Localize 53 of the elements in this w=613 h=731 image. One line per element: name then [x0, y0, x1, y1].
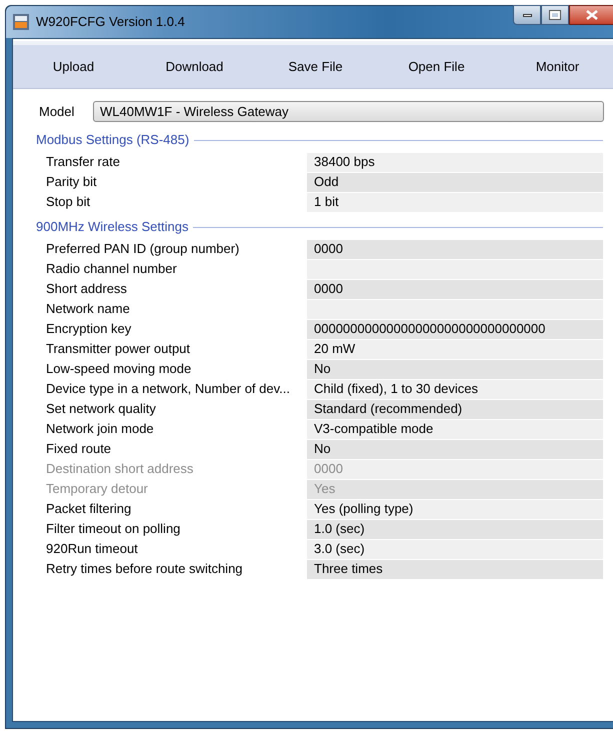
- setting-value[interactable]: Child (fixed), 1 to 30 devices: [307, 380, 603, 398]
- setting-value[interactable]: No: [307, 360, 603, 378]
- setting-value[interactable]: 0000: [307, 280, 603, 298]
- setting-label: 920Run timeout: [45, 540, 139, 558]
- setting-value[interactable]: Odd: [307, 172, 603, 192]
- setting-value[interactable]: Standard (recommended): [307, 400, 603, 418]
- toolbar-button[interactable]: Save File: [255, 56, 376, 76]
- setting-label: Set network quality: [45, 400, 157, 418]
- toolbar-button[interactable]: Upload: [13, 56, 134, 76]
- setting-value[interactable]: Three times: [307, 560, 603, 578]
- setting-label: Encryption key: [45, 320, 132, 338]
- setting-label: Parity bit: [45, 173, 98, 192]
- model-dropdown[interactable]: WL40MW1F - Wireless Gateway: [93, 101, 604, 122]
- setting-label: Transfer rate: [45, 153, 121, 172]
- setting-value[interactable]: V3-compatible mode: [307, 420, 603, 438]
- setting-value[interactable]: 1 bit: [307, 192, 603, 212]
- toolbar-button[interactable]: Download: [134, 56, 255, 76]
- close-icon: [586, 10, 598, 20]
- setting-label: Retry times before route switching: [45, 560, 244, 578]
- setting-label: Network name: [45, 300, 131, 318]
- setting-label: Short address: [45, 280, 128, 298]
- window-title: W920FCFG Version 1.0.4: [36, 13, 185, 32]
- setting-label: Fixed route: [45, 440, 112, 458]
- setting-label: Stop bit: [45, 193, 92, 212]
- app-icon: [12, 13, 30, 31]
- setting-label: Network join mode: [45, 420, 155, 438]
- minimize-icon: [522, 14, 532, 16]
- maximize-button[interactable]: [541, 5, 569, 25]
- minimize-button[interactable]: [513, 5, 541, 25]
- setting-value[interactable]: No: [307, 440, 603, 458]
- section-header: Modbus Settings (RS-485): [36, 131, 190, 150]
- section-header: 900MHz Wireless Settings: [36, 218, 188, 236]
- toolbar-button[interactable]: Monitor: [497, 56, 613, 76]
- setting-value[interactable]: 00000000000000000000000000000000: [307, 320, 603, 338]
- toolbar-button[interactable]: Open File: [376, 56, 497, 76]
- setting-value[interactable]: 0000: [307, 240, 603, 258]
- setting-label: Temporary detour: [45, 480, 149, 498]
- setting-value[interactable]: 3.0 (sec): [307, 540, 603, 558]
- setting-value[interactable]: 20 mW: [307, 340, 603, 358]
- model-label: Model: [39, 102, 76, 121]
- setting-value[interactable]: 1.0 (sec): [307, 520, 603, 538]
- setting-value[interactable]: Yes (polling type): [307, 500, 603, 518]
- setting-label: Filter timeout on polling: [45, 520, 182, 538]
- close-button[interactable]: [569, 5, 613, 25]
- setting-label: Packet filtering: [45, 500, 132, 518]
- maximize-icon: [550, 11, 560, 19]
- setting-label: Destination short address: [45, 460, 194, 478]
- setting-label: Transmitter power output: [45, 340, 192, 358]
- setting-label: Preferred PAN ID (group number): [45, 240, 240, 258]
- setting-label: Device type in a network, Number of dev...: [45, 380, 291, 398]
- setting-value[interactable]: 38400 bps: [307, 152, 603, 172]
- setting-label: Low-speed moving mode: [45, 360, 192, 378]
- setting-label: Radio channel number: [45, 260, 178, 278]
